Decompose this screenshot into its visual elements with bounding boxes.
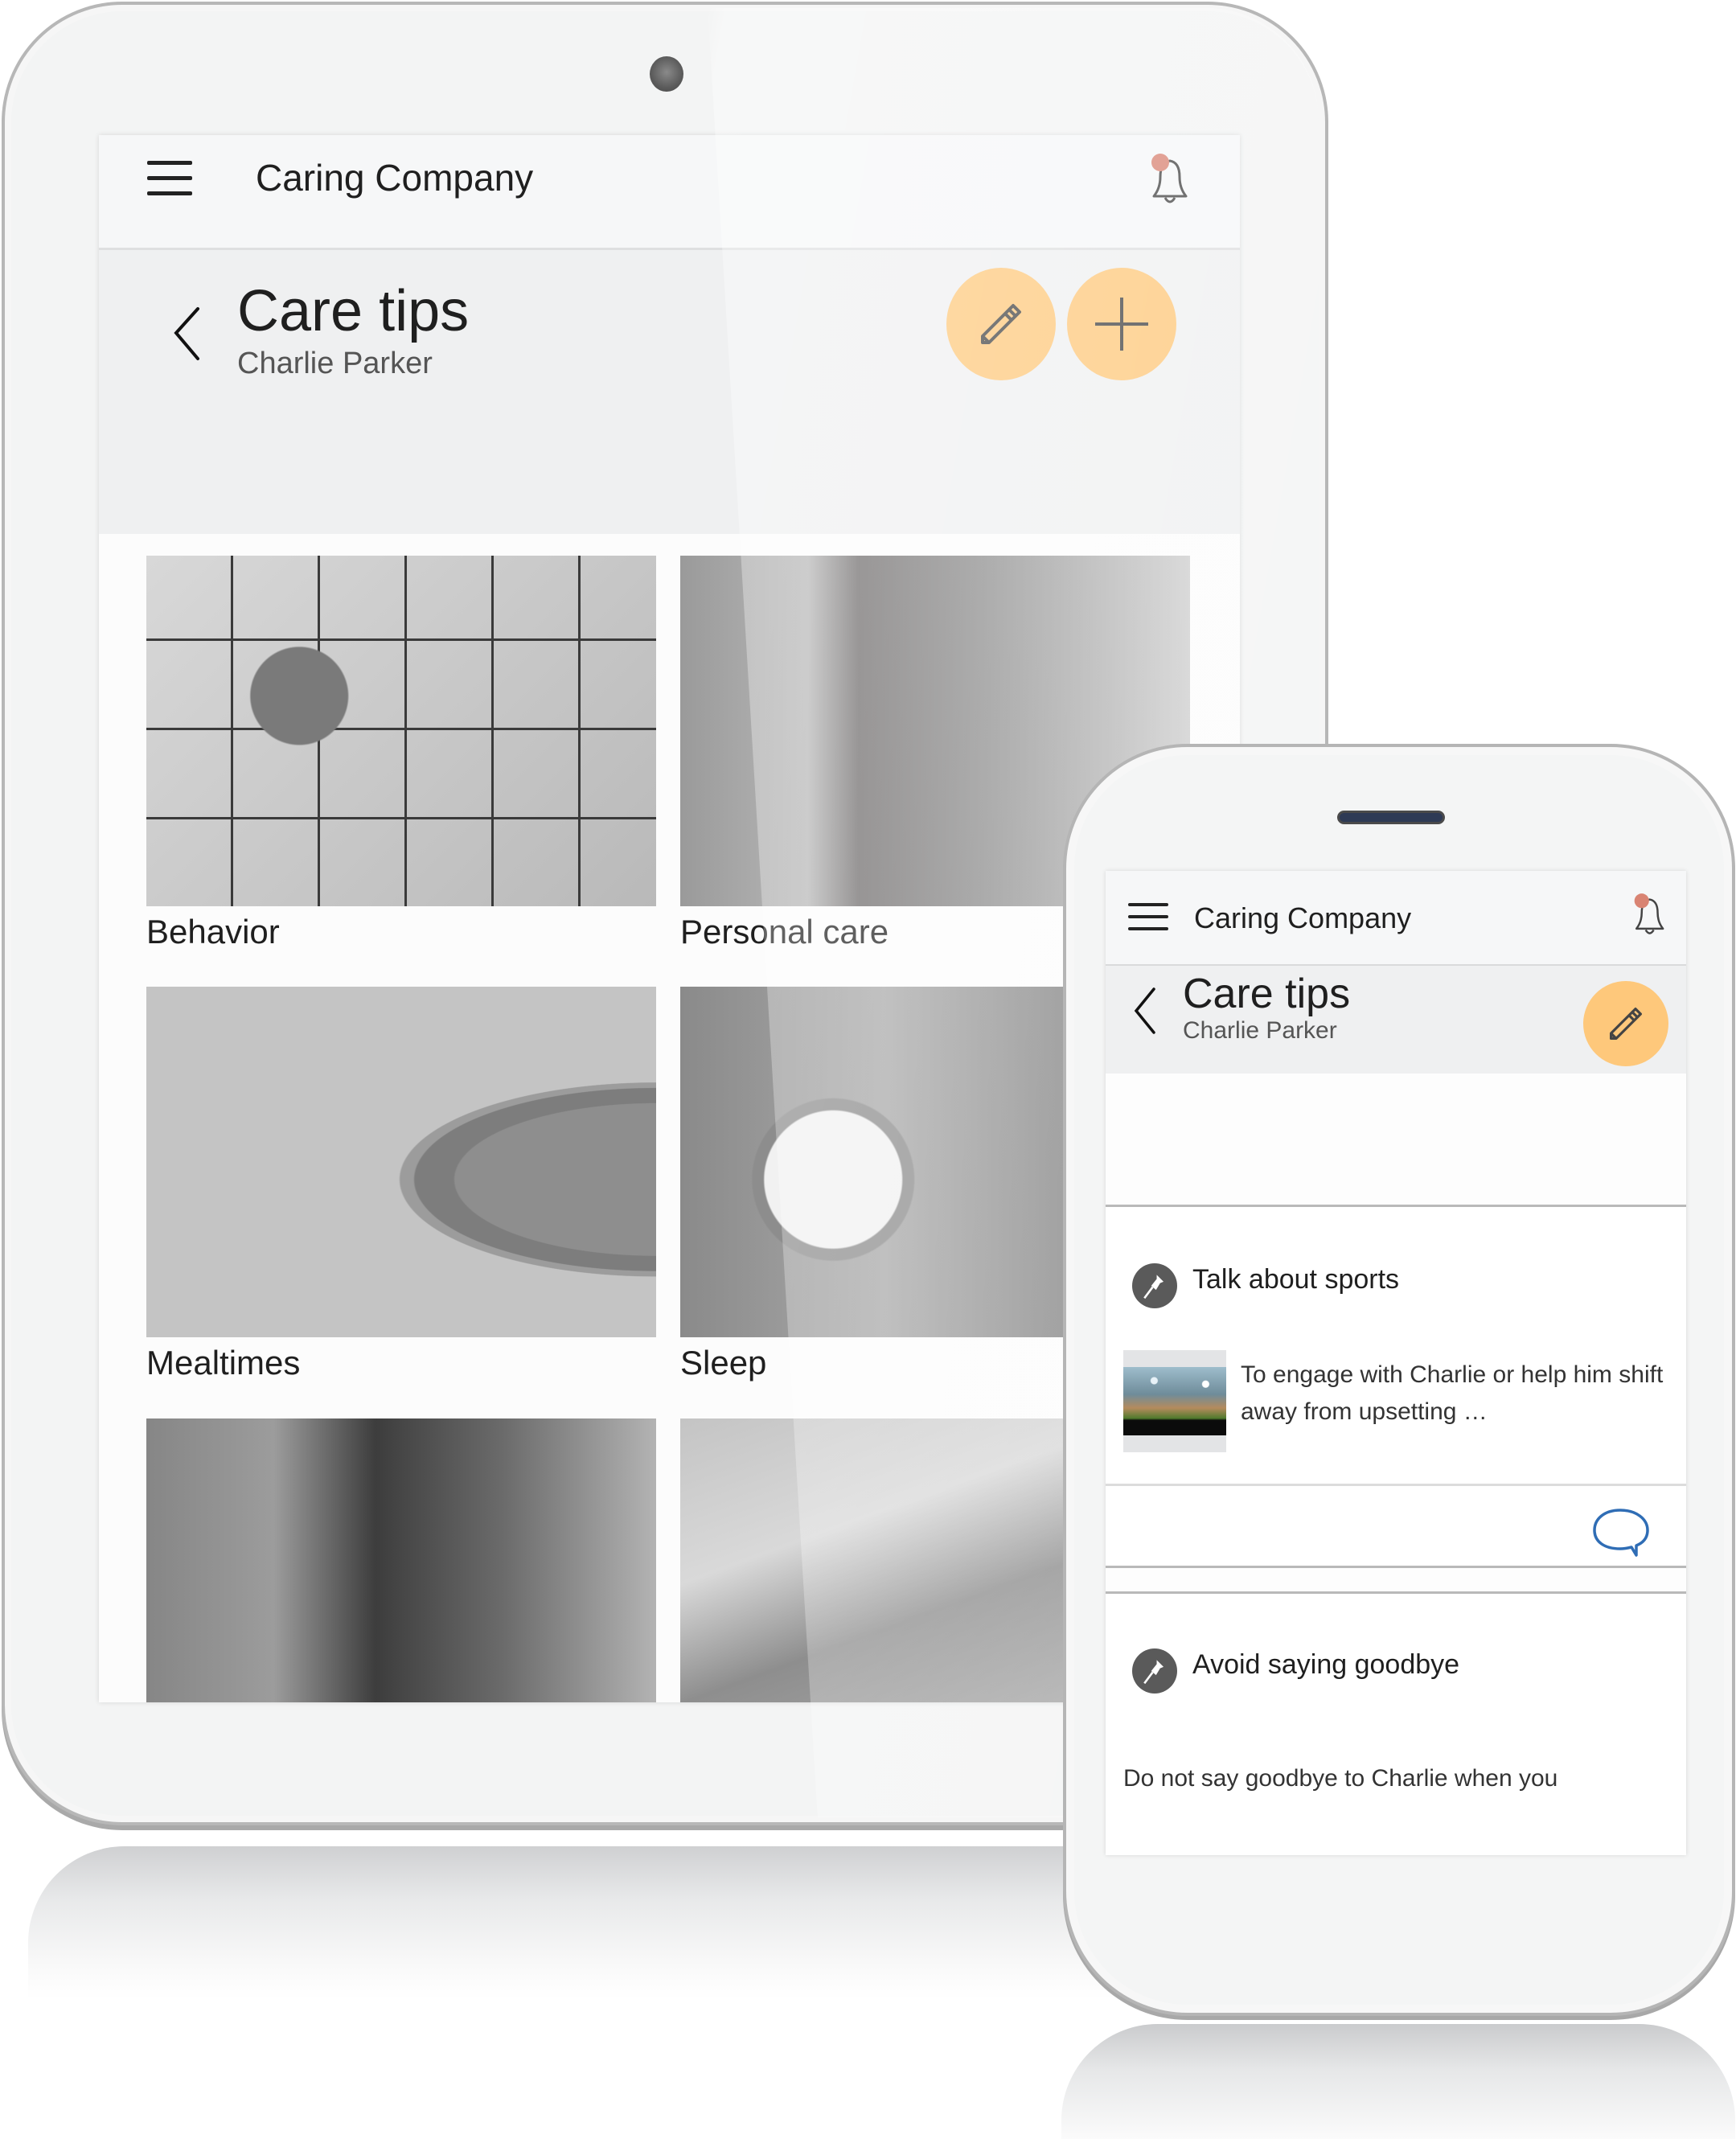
- tablet-page-header: Care tips Charlie Parker Quick tips All: [99, 250, 1240, 649]
- tablet-camera: [650, 56, 683, 92]
- page-title: Care tips: [237, 279, 470, 343]
- comment-bubble-icon[interactable]: [1588, 1505, 1652, 1563]
- tip-card[interactable]: Avoid saying goodbye Do not say goodbye …: [1106, 1591, 1686, 1855]
- notification-dot: [1634, 893, 1649, 909]
- category-label: Sleep: [680, 1344, 767, 1382]
- card-divider: [1106, 1484, 1686, 1486]
- category-image: [146, 556, 656, 906]
- tip-card[interactable]: Talk about sports To engage with Charlie…: [1106, 1205, 1686, 1568]
- plus-icon: [1095, 298, 1148, 351]
- page-title: Care tips: [1183, 971, 1351, 1017]
- page-subtitle: Charlie Parker: [237, 347, 433, 380]
- back-chevron-icon[interactable]: [170, 302, 210, 367]
- pinned-badge-icon: [1132, 1263, 1177, 1308]
- app-name: Caring Company: [256, 157, 534, 199]
- notification-bell-icon[interactable]: [1136, 150, 1200, 214]
- category-image: [146, 987, 656, 1337]
- quick-tips-list: Talk about sports To engage with Charlie…: [1106, 1074, 1686, 1855]
- back-chevron-icon[interactable]: [1131, 986, 1160, 1036]
- tip-title: Talk about sports: [1192, 1264, 1400, 1295]
- pencil-icon: [1610, 1008, 1642, 1040]
- edit-button[interactable]: [1583, 981, 1668, 1066]
- tip-body: Do not say goodbye to Charlie when you: [1123, 1765, 1558, 1792]
- phone-screen: Caring Company Care tips Charlie Parker …: [1106, 871, 1686, 1855]
- hamburger-menu-icon[interactable]: [147, 161, 195, 196]
- pencil-icon: [981, 304, 1021, 344]
- category-label: Personal care: [680, 913, 889, 950]
- pinned-badge-icon: [1132, 1648, 1177, 1694]
- category-image: [146, 1418, 656, 1702]
- add-button[interactable]: [1067, 268, 1176, 380]
- phone-app-bar: Caring Company: [1106, 871, 1686, 966]
- hamburger-menu-icon[interactable]: [1128, 903, 1168, 932]
- category-label: Behavior: [146, 913, 280, 950]
- tip-title: Avoid saying goodbye: [1192, 1649, 1460, 1680]
- tip-body: To engage with Charlie or help him shift…: [1241, 1361, 1664, 1425]
- notification-dot: [1151, 154, 1169, 171]
- phone-reflection: [1061, 2024, 1735, 2139]
- phone-speaker: [1337, 811, 1445, 824]
- tablet-app-bar: Caring Company: [99, 135, 1240, 250]
- category-label: Mealtimes: [146, 1344, 301, 1382]
- notification-bell-icon[interactable]: [1622, 890, 1675, 943]
- page-subtitle: Charlie Parker: [1183, 1017, 1337, 1044]
- edit-button[interactable]: [946, 268, 1056, 380]
- app-name: Caring Company: [1194, 901, 1412, 934]
- tip-thumbnail: [1123, 1350, 1226, 1452]
